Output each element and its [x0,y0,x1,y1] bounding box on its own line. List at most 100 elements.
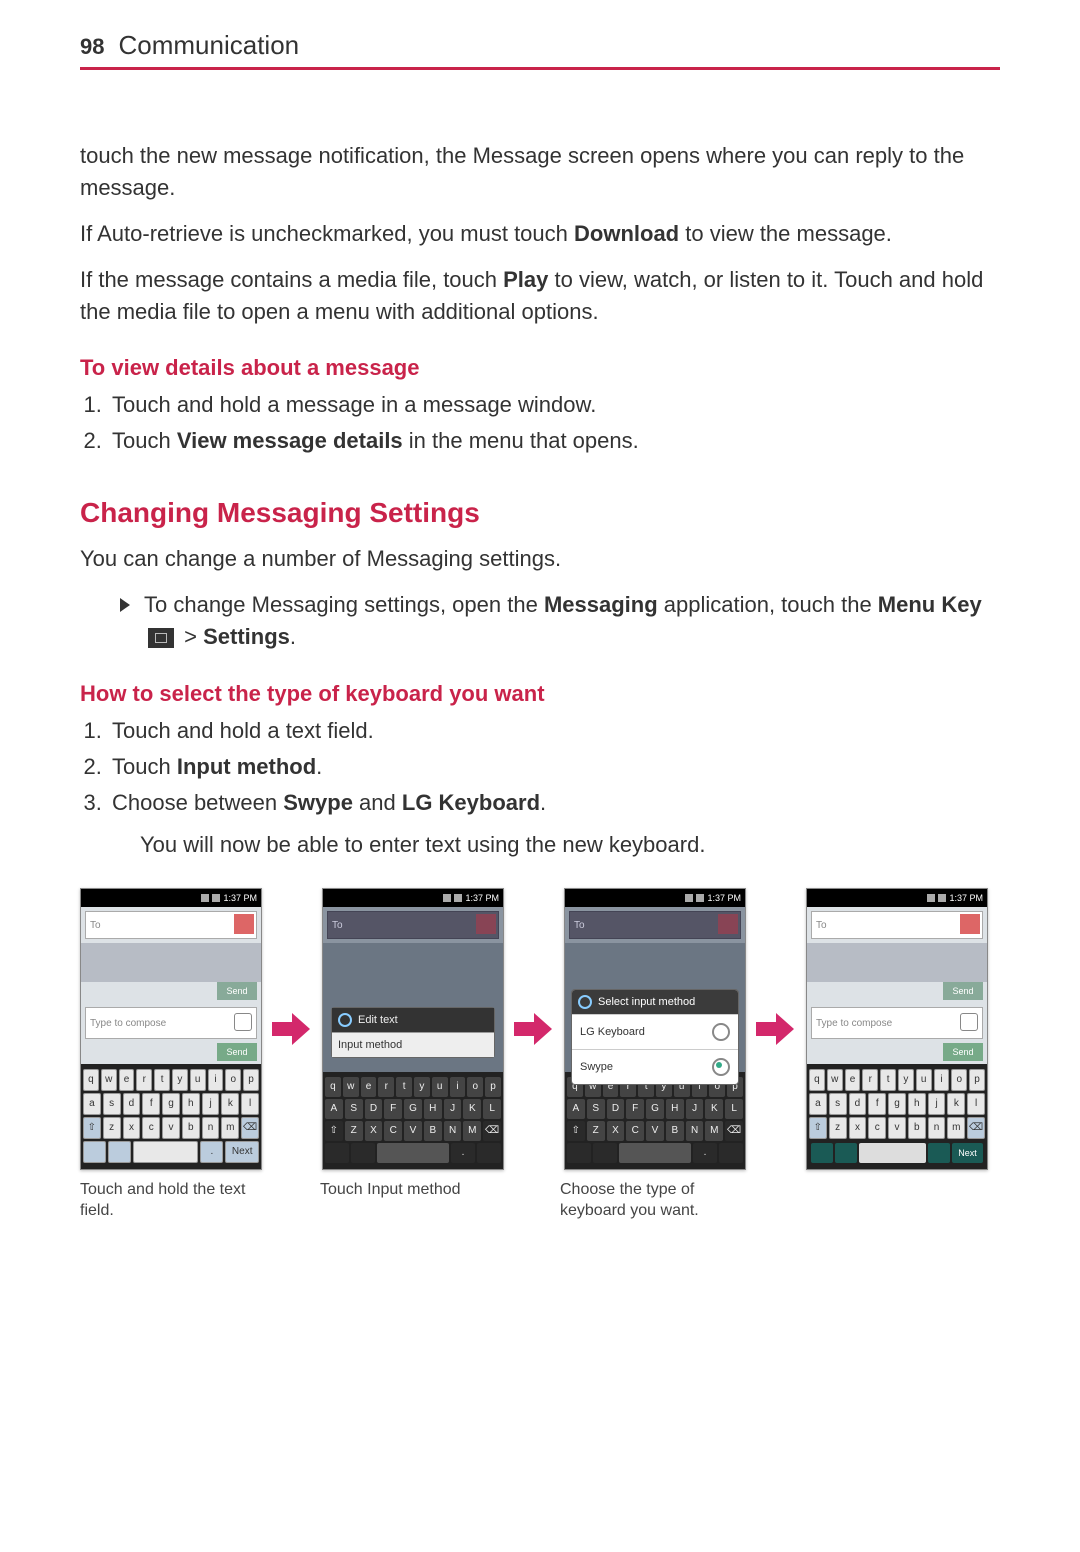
key-v: v [162,1117,180,1139]
send-button: Send [943,1043,983,1061]
key-g: g [888,1093,906,1115]
key-h: h [182,1093,200,1115]
captions-row: Touch and hold the text field. Touch Inp… [80,1180,1000,1222]
backspace-key: ⌫ [725,1121,743,1141]
to-field: To [569,911,741,939]
dialog-icon [338,1013,352,1027]
key-m: m [947,1117,965,1139]
screenshot-row: 1:37 PM To Send Type to compose Send qwe… [80,888,1000,1170]
key-Z: Z [345,1121,363,1141]
key-q: q [325,1077,341,1097]
menu-key-icon [148,628,174,648]
attach-icon [234,1013,252,1031]
key-J: J [444,1099,462,1119]
key-m: m [221,1117,239,1139]
screenshot-4: 1:37 PM To Send Type to compose Send qwe… [806,888,988,1170]
space-key [859,1143,925,1163]
key-D: D [607,1099,625,1119]
dialog-icon [578,995,592,1009]
key-b: b [908,1117,926,1139]
key-r: r [136,1069,152,1091]
subheading: To view details about a message [80,355,1000,381]
key-a: a [809,1093,827,1115]
screenshot-3: 1:37 PM To qwertyuiop ASDFGHJKL ⇧ZXCVBNM… [564,888,746,1170]
option-swype: Swype [572,1049,738,1084]
page-number: 98 [80,34,104,60]
key-w: w [343,1077,359,1097]
key-y: y [172,1069,188,1091]
key-p: p [243,1069,259,1091]
status-bar: 1:37 PM [807,889,987,907]
backspace-key: ⌫ [967,1117,985,1139]
contact-icon [476,914,496,934]
key-p: p [969,1069,985,1091]
keyboard-light: qwertyuiop asdfghjkl ⇧zxcvbnm⌫ Next [807,1064,987,1169]
signal-icon [685,894,693,902]
key-r: r [862,1069,878,1091]
key-H: H [666,1099,684,1119]
caption: Touch Input method [320,1180,500,1201]
status-bar: 1:37 PM [565,889,745,907]
radio-icon [712,1058,730,1076]
caption: Touch and hold the text field. [80,1180,260,1222]
key-w: w [827,1069,843,1091]
space-key [133,1141,198,1163]
key-A: A [325,1099,343,1119]
backspace-key: ⌫ [483,1121,501,1141]
key-w: w [101,1069,117,1091]
status-bar: 1:37 PM [323,889,503,907]
key-A: A [567,1099,585,1119]
arrow-icon [272,1011,312,1047]
key-t: t [396,1077,412,1097]
select-input-dialog: Select input method LG Keyboard Swype [571,989,739,1085]
key-V: V [404,1121,422,1141]
key-L: L [725,1099,743,1119]
bullet-item: To change Messaging settings, open the M… [120,589,1000,653]
shift-key: ⇧ [325,1121,343,1141]
key-n: n [202,1117,220,1139]
to-field: To [327,911,499,939]
contact-icon [718,914,738,934]
keyboard-dark: qwertyuiop ASDFGHJKL ⇧ZXCVBNM⌫ . [323,1072,503,1169]
to-field: To [811,911,983,939]
key-N: N [686,1121,704,1141]
key-F: F [626,1099,644,1119]
key-F: F [384,1099,402,1119]
key-o: o [951,1069,967,1091]
key-C: C [384,1121,402,1141]
key-u: u [432,1077,448,1097]
caption: Choose the type of keyboard you want. [560,1180,740,1222]
key-h: h [908,1093,926,1115]
key-M: M [463,1121,481,1141]
key-u: u [916,1069,932,1091]
list-item: Choose between Swype and LG Keyboard. Yo… [108,787,1000,861]
body-para: You can change a number of Messaging set… [80,543,1000,575]
backspace-key: ⌫ [241,1117,259,1139]
body-para: If the message contains a media file, to… [80,264,1000,328]
key-x: x [849,1117,867,1139]
key-x: x [123,1117,141,1139]
status-bar: 1:37 PM [81,889,261,907]
key-S: S [345,1099,363,1119]
arrow-icon [514,1011,554,1047]
key-Z: Z [587,1121,605,1141]
key-z: z [103,1117,121,1139]
key-c: c [142,1117,160,1139]
key-t: t [880,1069,896,1091]
key-i: i [934,1069,950,1091]
signal-icon [927,894,935,902]
key-X: X [607,1121,625,1141]
key-y: y [898,1069,914,1091]
key-s: s [103,1093,121,1115]
list-item: Touch Input method. [108,751,1000,783]
key-q: q [83,1069,99,1091]
key-B: B [424,1121,442,1141]
key-V: V [646,1121,664,1141]
key-e: e [361,1077,377,1097]
send-button: Send [943,982,983,1000]
key-D: D [365,1099,383,1119]
to-field: To [85,911,257,939]
message-area [81,943,261,982]
context-menu: Edit text Input method [331,1007,495,1058]
next-key: Next [225,1141,259,1163]
